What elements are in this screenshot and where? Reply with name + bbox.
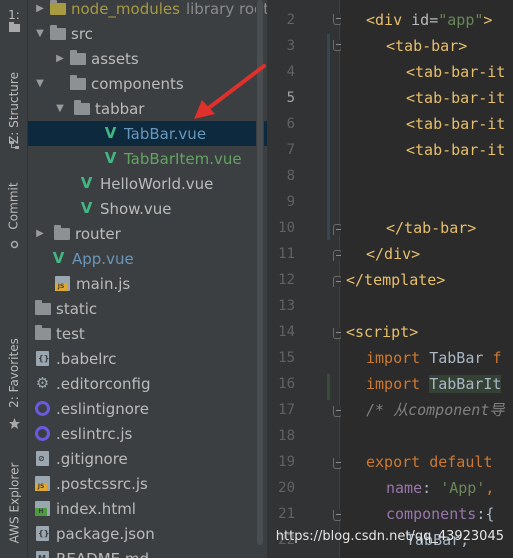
line-number: 16	[278, 376, 295, 392]
line-number: 5	[286, 90, 295, 106]
commit-icon	[10, 240, 19, 249]
commit-tool-tab[interactable]: Commit	[0, 178, 28, 233]
config-file-icon: {}	[34, 351, 51, 366]
line-number: 8	[286, 168, 295, 184]
gear-icon: ⚙	[35, 374, 50, 392]
folder-icon	[73, 99, 90, 116]
collapse-arrow-icon[interactable]: ▼	[34, 78, 46, 89]
line-number: 7	[286, 142, 295, 158]
code-line: </tab-bar>	[386, 219, 477, 237]
code-line: <tab-bar>	[386, 37, 468, 55]
line-number: 12	[278, 272, 295, 288]
structure-icon	[10, 141, 19, 149]
folder-icon	[9, 22, 20, 32]
line-number: 20	[278, 480, 295, 496]
folder-icon	[34, 299, 51, 316]
vue-file-icon: V	[80, 199, 93, 217]
folder-icon	[69, 74, 86, 91]
vue-file-icon: V	[80, 174, 93, 192]
code-line: <script>	[346, 323, 419, 341]
code-line: <div id="app">	[366, 11, 493, 29]
expand-arrow-icon[interactable]: ▶	[34, 228, 46, 239]
tree-item-index-html[interactable]: H index.html	[28, 496, 267, 521]
vue-file-icon: V	[104, 149, 117, 167]
vcs-change-marker	[327, 34, 330, 240]
tree-item-show-vue[interactable]: V Show.vue	[28, 196, 267, 221]
tree-item-helloworld-vue[interactable]: V HelloWorld.vue	[28, 171, 267, 196]
config-file-icon: {}	[34, 526, 51, 541]
watermark: https://blog.csdn.net/qq_43923045	[275, 529, 504, 544]
code-line: </template>	[346, 271, 446, 289]
collapse-arrow-icon[interactable]: ▼	[34, 28, 46, 39]
tree-item-static[interactable]: static	[28, 296, 267, 321]
red-arrow-annotation	[194, 64, 266, 119]
line-number: 17	[278, 402, 295, 418]
tree-item-postcssrc-js[interactable]: JS .postcssrc.js	[28, 471, 267, 496]
line-number: 10	[278, 220, 295, 236]
tree-item-node-modules[interactable]: ▶ node_modules library root	[28, 0, 267, 21]
tree-item-babelrc[interactable]: {} .babelrc	[28, 346, 267, 371]
line-number: 6	[286, 116, 295, 132]
collapse-arrow-icon[interactable]: ▼	[54, 103, 66, 114]
tree-item-eslintignore[interactable]: .eslintignore	[28, 396, 267, 421]
tree-item-package-json[interactable]: {} package.json	[28, 521, 267, 546]
tree-item-test[interactable]: test	[28, 321, 267, 346]
aws-explorer-tool-tab[interactable]: AWS Explorer	[0, 455, 28, 550]
html-file-icon: H	[34, 501, 51, 516]
eslint-icon	[34, 426, 51, 441]
code-line: </div>	[366, 245, 421, 263]
tree-item-readme-md[interactable]: M README.md	[28, 546, 267, 558]
favorites-tool-tab[interactable]: 2: Favorites	[0, 333, 28, 413]
line-number: 21	[278, 506, 295, 522]
line-number: 14	[278, 324, 295, 340]
js-file-icon: JS	[34, 476, 51, 491]
ignore-file-icon: ⊘	[34, 451, 51, 466]
vue-file-icon: V	[104, 124, 117, 142]
js-file-icon: JS	[54, 276, 71, 291]
code-line: import TabBar f	[366, 349, 502, 367]
tree-item-router[interactable]: ▶ router	[28, 221, 267, 246]
folder-icon	[49, 0, 66, 16]
tree-item-gitignore[interactable]: ⊘ .gitignore	[28, 446, 267, 471]
vcs-added-marker	[327, 374, 330, 400]
tree-item-src[interactable]: ▼ src	[28, 21, 267, 46]
code-line: import TabBarIt	[366, 375, 502, 393]
line-number: 19	[278, 454, 295, 470]
line-number: 13	[278, 298, 295, 314]
vue-file-icon: V	[52, 249, 65, 267]
tree-item-editorconfig[interactable]: ⚙ .editorconfig	[28, 371, 267, 396]
expand-arrow-icon[interactable]: ▶	[34, 3, 46, 14]
code-line: name: 'App',	[386, 479, 495, 497]
line-number: 15	[278, 350, 295, 366]
code-line: <tab-bar-it	[406, 89, 506, 107]
star-icon	[9, 418, 20, 429]
tree-item-tabbar-vue[interactable]: V TabBar.vue	[28, 121, 267, 146]
code-line: <tab-bar-it	[406, 115, 506, 133]
tree-item-app-vue[interactable]: V App.vue	[28, 246, 267, 271]
folder-icon	[53, 224, 70, 241]
folder-icon	[69, 49, 86, 66]
code-line: export default	[366, 453, 493, 471]
tree-item-eslintrc-js[interactable]: .eslintrc.js	[28, 421, 267, 446]
folder-icon	[49, 24, 66, 41]
expand-arrow-icon[interactable]: ▶	[54, 53, 66, 64]
code-line: components:{	[386, 505, 495, 523]
eslint-icon	[34, 401, 51, 416]
tree-item-tabbaritem-vue[interactable]: V TabBarItem.vue	[28, 146, 267, 171]
markdown-file-icon: M	[34, 551, 51, 558]
line-number: 18	[278, 428, 295, 444]
tree-item-main-js[interactable]: JS main.js	[28, 271, 267, 296]
line-number: 2	[286, 12, 295, 28]
code-line: /* 从component导	[366, 401, 505, 419]
code-editor[interactable]: <div id="app"> <tab-bar> <tab-bar-it <ta…	[341, 0, 513, 558]
line-number: 11	[278, 246, 295, 262]
project-tool-tab[interactable]: 1:	[0, 0, 28, 38]
line-number: 3	[286, 38, 295, 54]
folder-icon	[34, 324, 51, 341]
line-number: 4	[286, 64, 295, 80]
code-line: <tab-bar-it	[406, 141, 506, 159]
tool-window-strip: 1: Z: Structure Commit 2: Favorites AWS …	[0, 0, 28, 558]
line-number: 9	[286, 194, 295, 210]
code-line: <tab-bar-it	[406, 63, 506, 81]
